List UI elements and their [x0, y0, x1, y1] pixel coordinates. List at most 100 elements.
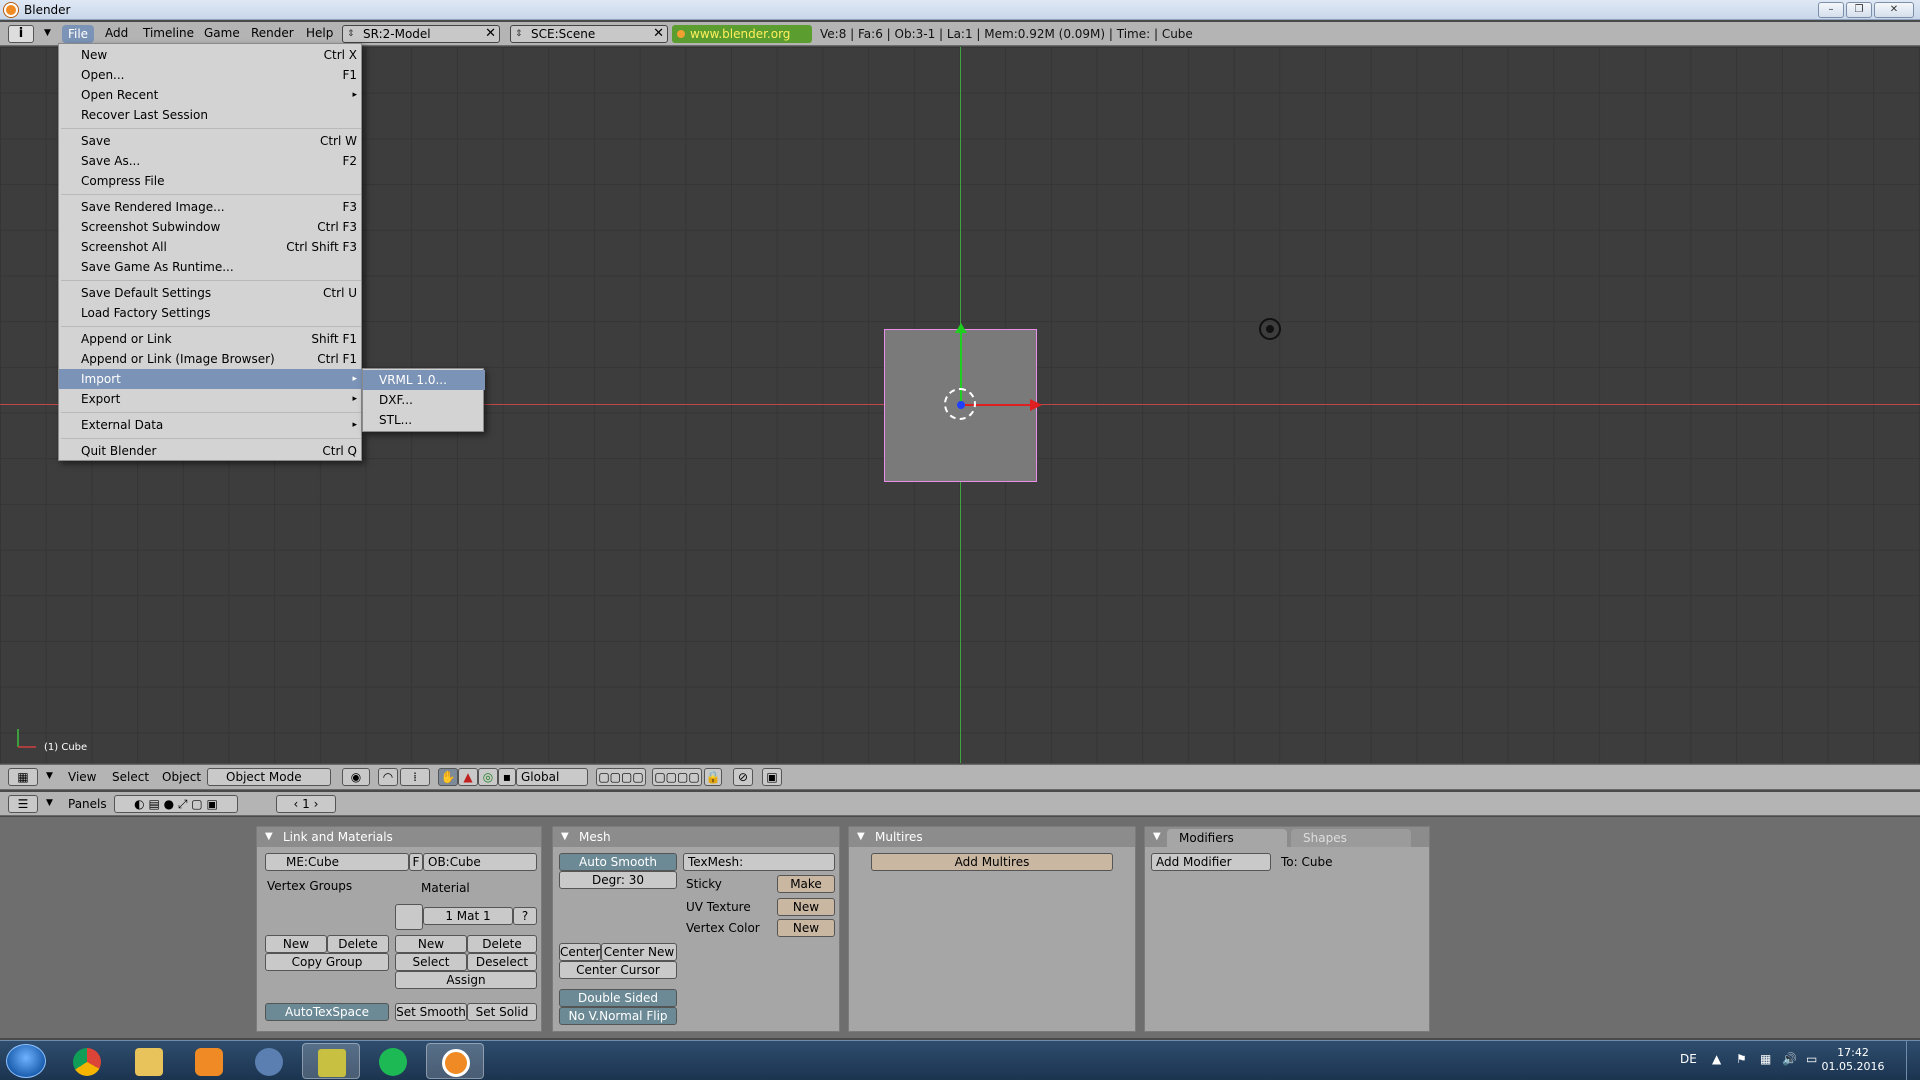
menu-item-quit-blender[interactable]: Quit Blender Ctrl Q — [59, 441, 363, 461]
import-stl[interactable]: STL... — [363, 410, 485, 430]
menu-game[interactable]: Game — [204, 26, 240, 40]
panel-title[interactable]: ▼ Mesh — [553, 827, 839, 847]
network-icon[interactable]: ▦ — [1760, 1052, 1771, 1066]
object-name-field[interactable]: OB:Cube — [423, 853, 537, 871]
vertex-group-delete-button[interactable]: Delete — [327, 935, 389, 953]
sticky-make-button[interactable]: Make — [777, 875, 835, 893]
layer-buttons-right[interactable]: ▢▢▢▢ — [652, 768, 702, 786]
link-icon[interactable]: ⊘ — [733, 768, 753, 786]
set-solid-button[interactable]: Set Solid — [467, 1003, 537, 1021]
menu-item-open-recent[interactable]: Open Recent ▸ — [59, 85, 363, 105]
mesh-datablock-field[interactable]: ME:Cube — [265, 853, 409, 871]
material-select-button[interactable]: Select — [395, 953, 467, 971]
screen-selector[interactable]: ⇕ SR:2-Model ✕ — [342, 25, 500, 43]
autotexspace-toggle[interactable]: AutoTexSpace — [265, 1003, 389, 1021]
menu-view[interactable]: View — [68, 770, 96, 784]
material-index-field[interactable]: 1 Mat 1 — [423, 907, 513, 925]
website-link[interactable]: www.blender.org 249 — [672, 25, 812, 59]
import-vrml[interactable]: VRML 1.0... — [363, 370, 485, 390]
copy-group-button[interactable]: Copy Group — [265, 953, 389, 971]
panel-title[interactable]: ▼ Link and Materials — [257, 827, 541, 847]
menu-select[interactable]: Select — [112, 770, 149, 784]
editor-type-buttons-icon[interactable]: ☰ — [8, 795, 38, 813]
menu-item-screenshot-subwindow[interactable]: Screenshot Subwindow Ctrl F3 — [59, 217, 363, 237]
add-multires-button[interactable]: Add Multires — [871, 853, 1113, 871]
translate-icon[interactable]: ▲ — [458, 768, 478, 786]
menu-item-save-rendered-image[interactable]: Save Rendered Image... F3 — [59, 197, 363, 217]
maximize-button[interactable]: ❐ — [1846, 2, 1872, 18]
vertex-group-new-button[interactable]: New — [265, 935, 327, 953]
context-tabs[interactable]: ◐ ▤ ● ⤢ ▢ ▣ — [114, 795, 238, 813]
menu-help[interactable]: Help — [306, 26, 333, 40]
close-icon[interactable]: ✕ — [485, 26, 496, 42]
info-window-icon[interactable]: i — [8, 25, 34, 43]
menu-add[interactable]: Add — [105, 26, 128, 40]
menu-item-external-data[interactable]: External Data ▸ — [59, 415, 363, 435]
menu-item-save-default-settings[interactable]: Save Default Settings Ctrl U — [59, 283, 363, 303]
orientation-selector[interactable]: Global — [516, 768, 588, 786]
layer-buttons-left[interactable]: ▢▢▢▢ — [596, 768, 646, 786]
material-assign-button[interactable]: Assign — [395, 971, 537, 989]
material-delete-button[interactable]: Delete — [467, 935, 537, 953]
action-center-flag-icon[interactable]: ⚑ — [1736, 1052, 1747, 1066]
start-button-icon[interactable] — [6, 1044, 46, 1078]
rotate-icon[interactable]: ◎ — [478, 768, 498, 786]
menu-item-compress-file[interactable]: Compress File — [59, 171, 363, 191]
display-icon[interactable]: ▭ — [1806, 1052, 1817, 1066]
volume-icon[interactable]: 🔊 — [1782, 1052, 1797, 1066]
scale-icon[interactable]: ▪ — [498, 768, 516, 786]
menu-file[interactable]: File — [62, 25, 94, 43]
menu-item-save[interactable]: Save Ctrl W — [59, 131, 363, 151]
fake-user-button[interactable]: F — [409, 853, 423, 871]
taskbar-media-player[interactable] — [180, 1043, 238, 1079]
taskbar-chrome[interactable] — [58, 1043, 116, 1079]
editor-type-grid-icon[interactable]: ▦ — [8, 768, 38, 786]
uv-texture-new-button[interactable]: New — [777, 898, 835, 916]
tab-shapes[interactable]: Shapes — [1291, 829, 1411, 847]
mode-selector[interactable]: Object Mode — [207, 768, 331, 786]
material-color-swatch[interactable] — [395, 904, 423, 930]
header-collapse-icon[interactable]: ▼ — [44, 28, 51, 38]
tray-expand-icon[interactable]: ▲ — [1712, 1052, 1721, 1066]
menu-object[interactable]: Object — [162, 770, 201, 784]
menu-item-append-or-link[interactable]: Append or Link Shift F1 — [59, 329, 363, 349]
menu-item-open[interactable]: Open... F1 — [59, 65, 363, 85]
taskbar-explorer[interactable] — [120, 1043, 178, 1079]
close-icon[interactable]: ✕ — [653, 26, 664, 42]
header-collapse-icon[interactable]: ▼ — [46, 798, 53, 808]
no-vnormal-flip-toggle[interactable]: No V.Normal Flip — [559, 1007, 677, 1025]
lamp-object-icon[interactable] — [1259, 318, 1281, 340]
close-button[interactable]: ✕ — [1874, 2, 1914, 18]
texmesh-field[interactable]: TexMesh: — [683, 853, 835, 871]
double-sided-toggle[interactable]: Double Sided — [559, 989, 677, 1007]
taskbar-blender[interactable] — [426, 1043, 484, 1079]
center-cursor-button[interactable]: Center Cursor — [559, 961, 677, 979]
menu-item-import[interactable]: Import ▸ — [59, 369, 363, 389]
menu-item-export[interactable]: Export ▸ — [59, 389, 363, 409]
material-deselect-button[interactable]: Deselect — [467, 953, 537, 971]
menu-item-load-factory-settings[interactable]: Load Factory Settings — [59, 303, 363, 323]
show-desktop-button[interactable] — [1906, 1041, 1920, 1080]
render-icon[interactable]: ▣ — [762, 768, 782, 786]
pivot-icon[interactable]: ◠ — [378, 768, 398, 786]
set-smooth-button[interactable]: Set Smooth — [395, 1003, 467, 1021]
import-dxf[interactable]: DXF... — [363, 390, 485, 410]
system-clock[interactable]: 17:42 01.05.2016 — [1818, 1046, 1888, 1074]
center-button[interactable]: Center — [559, 943, 601, 961]
input-language[interactable]: DE — [1680, 1052, 1697, 1066]
taskbar-app-window[interactable] — [302, 1043, 360, 1079]
minimize-button[interactable]: – — [1818, 2, 1844, 18]
auto-smooth-toggle[interactable]: Auto Smooth — [559, 853, 677, 871]
menu-item-save-game-as-runtime[interactable]: Save Game As Runtime... — [59, 257, 363, 277]
menu-item-save-as[interactable]: Save As... F2 — [59, 151, 363, 171]
taskbar-spotify[interactable] — [364, 1043, 422, 1079]
add-modifier-button[interactable]: Add Modifier — [1151, 853, 1271, 871]
menu-item-new[interactable]: New Ctrl X — [59, 45, 363, 65]
vertex-color-new-button[interactable]: New — [777, 919, 835, 937]
material-help-button[interactable]: ? — [513, 907, 537, 925]
scene-selector[interactable]: ⇕ SCE:Scene ✕ — [510, 25, 668, 43]
frame-field[interactable]: ‹ 1 › — [276, 795, 336, 813]
material-new-button[interactable]: New — [395, 935, 467, 953]
taskbar-teamspeak[interactable] — [240, 1043, 298, 1079]
menu-item-recover-last-session[interactable]: Recover Last Session — [59, 105, 363, 125]
